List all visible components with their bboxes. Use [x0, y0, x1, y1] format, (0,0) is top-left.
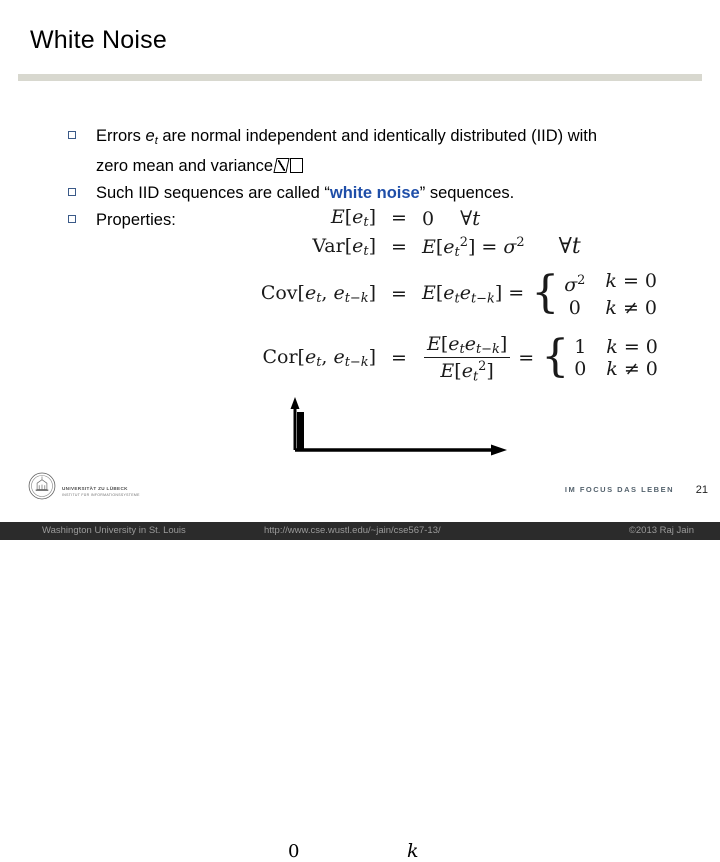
fraction-correlation: E[etet−k] E[et2] [424, 333, 511, 384]
bullet-square-icon [68, 188, 76, 196]
equation-mean: E[et] = 0 ∀t [330, 206, 481, 231]
y-axis-arrowhead [290, 397, 300, 409]
title-divider [18, 74, 702, 81]
bottom-bar-institution: Washington University in St. Louis [42, 525, 186, 536]
missing-glyph-box [273, 158, 290, 173]
equation-correlation: Cor[et, et−k] = E[etet−k] E[et2] ={1 k = 0… [262, 331, 658, 385]
correlogram-chart: 0 k [283, 396, 513, 862]
bullet-square-icon [68, 131, 76, 139]
x-axis-label: k [407, 840, 419, 862]
bottom-bar-url[interactable]: http://www.cse.wustl.edu/~jain/cse567-13… [264, 525, 441, 536]
bottom-bar: Washington University in St. Louis http:… [0, 522, 720, 540]
list-item: Errors et are normal independent and ide… [66, 124, 626, 179]
list-item: Such IID sequences are called “white noi… [66, 181, 626, 206]
university-seal-icon [28, 472, 56, 500]
axis-origin-label: 0 [288, 841, 300, 862]
keyword-white-noise: white noise [329, 184, 420, 202]
equation-variance: Var[et] = E[et2] = σ2 ∀t [312, 234, 581, 261]
missing-glyph-box [290, 158, 304, 173]
bullet-text-errors: Errors et are normal independent and ide… [96, 127, 598, 175]
correlogram-svg [290, 397, 507, 456]
page-number: 21 [695, 484, 708, 496]
bottom-bar-copyright: ©2013 Raj Jain [628, 525, 694, 536]
bullet-square-icon [68, 215, 76, 223]
university-name: UNIVERSITÄT ZU LÜBECK [62, 486, 128, 491]
bullet-text-white-noise: Such IID sequences are called “white noi… [96, 184, 515, 202]
acf-spike-lag0 [297, 412, 304, 450]
institute-name: INSTITUT FÜR INFORMATIONSSYSTEME [62, 493, 140, 497]
x-axis-arrowhead [491, 444, 507, 456]
equation-covariance: Cov[et, et−k] = E[etet−k] ={σ2 k = 00k ≠ … [260, 267, 657, 319]
footer-tagline: IM FOCUS DAS LEBEN [564, 485, 674, 494]
footer: UNIVERSITÄT ZU LÜBECK INSTITUT FÜR INFOR… [0, 472, 720, 522]
cases-covariance: σ2 k = 00k ≠ 0 [564, 270, 657, 319]
equation-block: E[et] = 0 ∀t Var[et] = E[et2] = σ2 ∀t Cov[… [228, 206, 658, 388]
cases-correlation: 1k = 00k ≠ 0 [574, 336, 658, 381]
page-title: White Noise [30, 26, 167, 54]
